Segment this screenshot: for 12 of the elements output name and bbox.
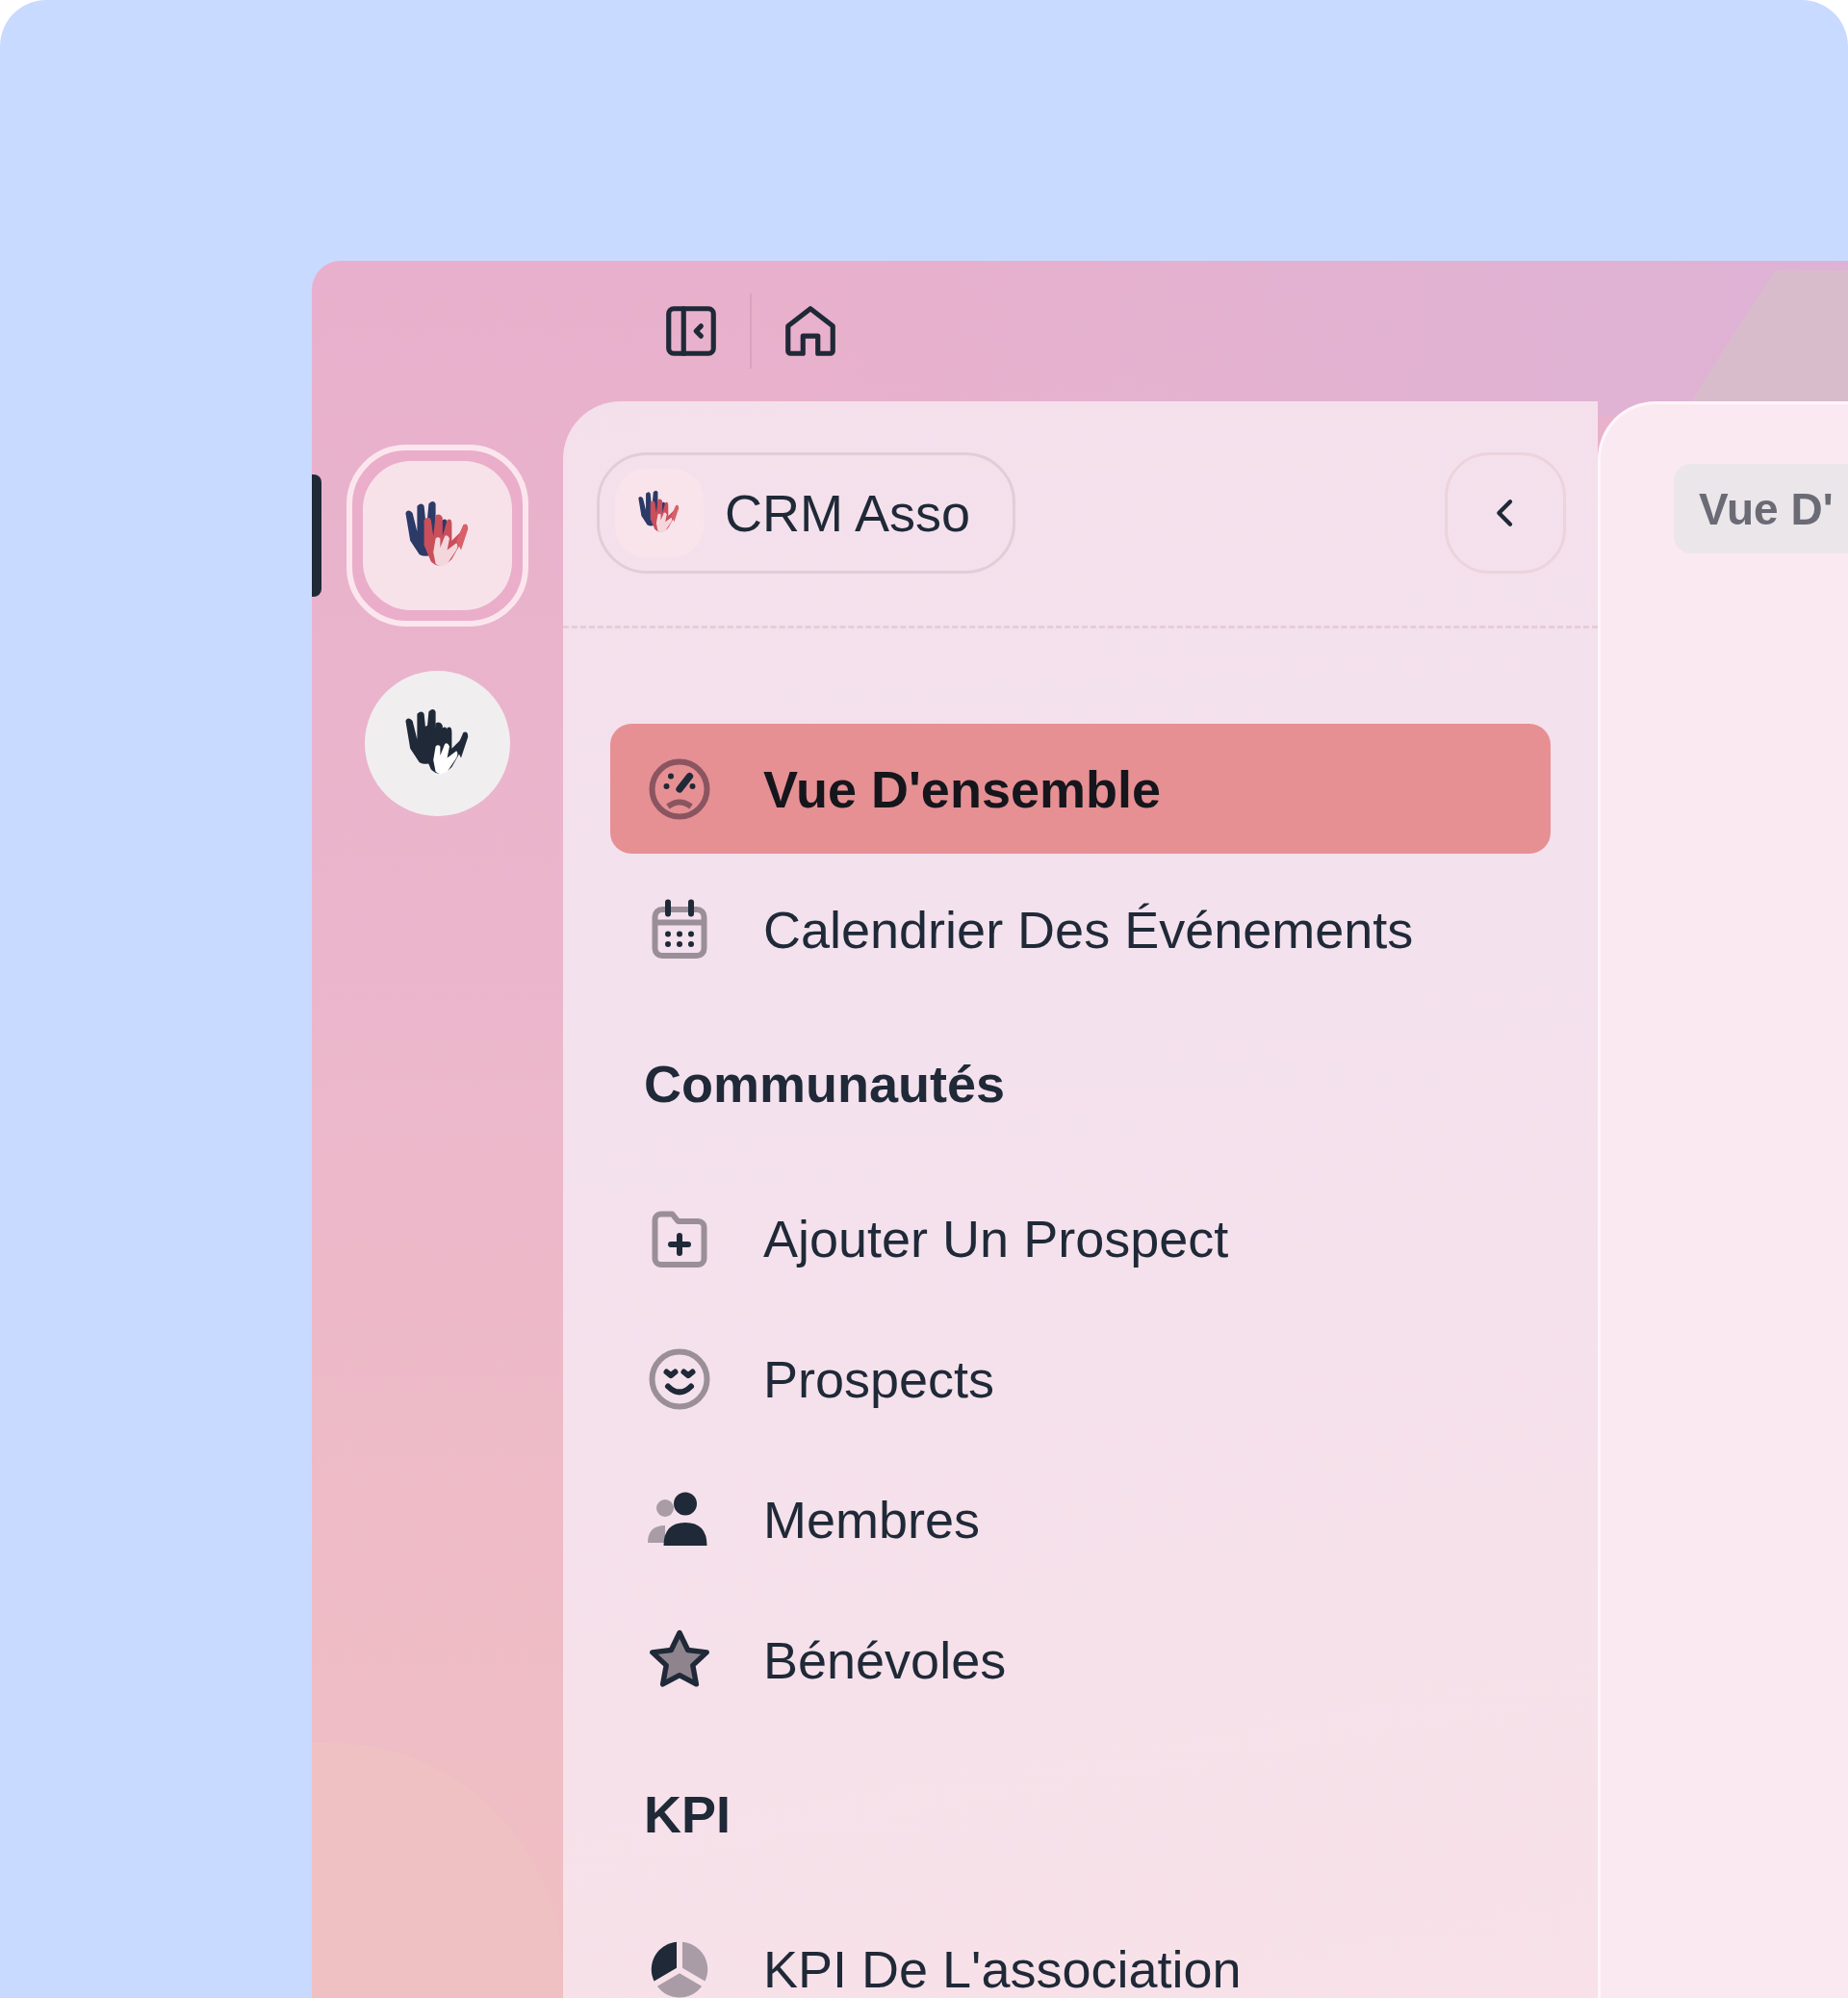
workspace-button[interactable] [346, 445, 528, 627]
nav-item[interactable]: Calendrier Des Événements [610, 864, 1551, 994]
section-heading: KPI [644, 1784, 732, 1844]
workspace-selector[interactable]: CRM Asso [597, 452, 1016, 574]
nav-item[interactable]: Ajouter Un Prospect [610, 1173, 1551, 1303]
page-title-chip: Vue D' [1674, 464, 1848, 553]
nav-item[interactable]: Membres [610, 1454, 1551, 1584]
nav-item[interactable]: KPI De L'association [610, 1904, 1551, 1998]
nav-item[interactable]: Vue D'ensemble [610, 724, 1551, 854]
section-heading: Communautés [644, 1054, 1006, 1114]
nav-item[interactable]: Prospects [610, 1314, 1551, 1444]
nav-item[interactable]: Bénévoles [610, 1595, 1551, 1725]
